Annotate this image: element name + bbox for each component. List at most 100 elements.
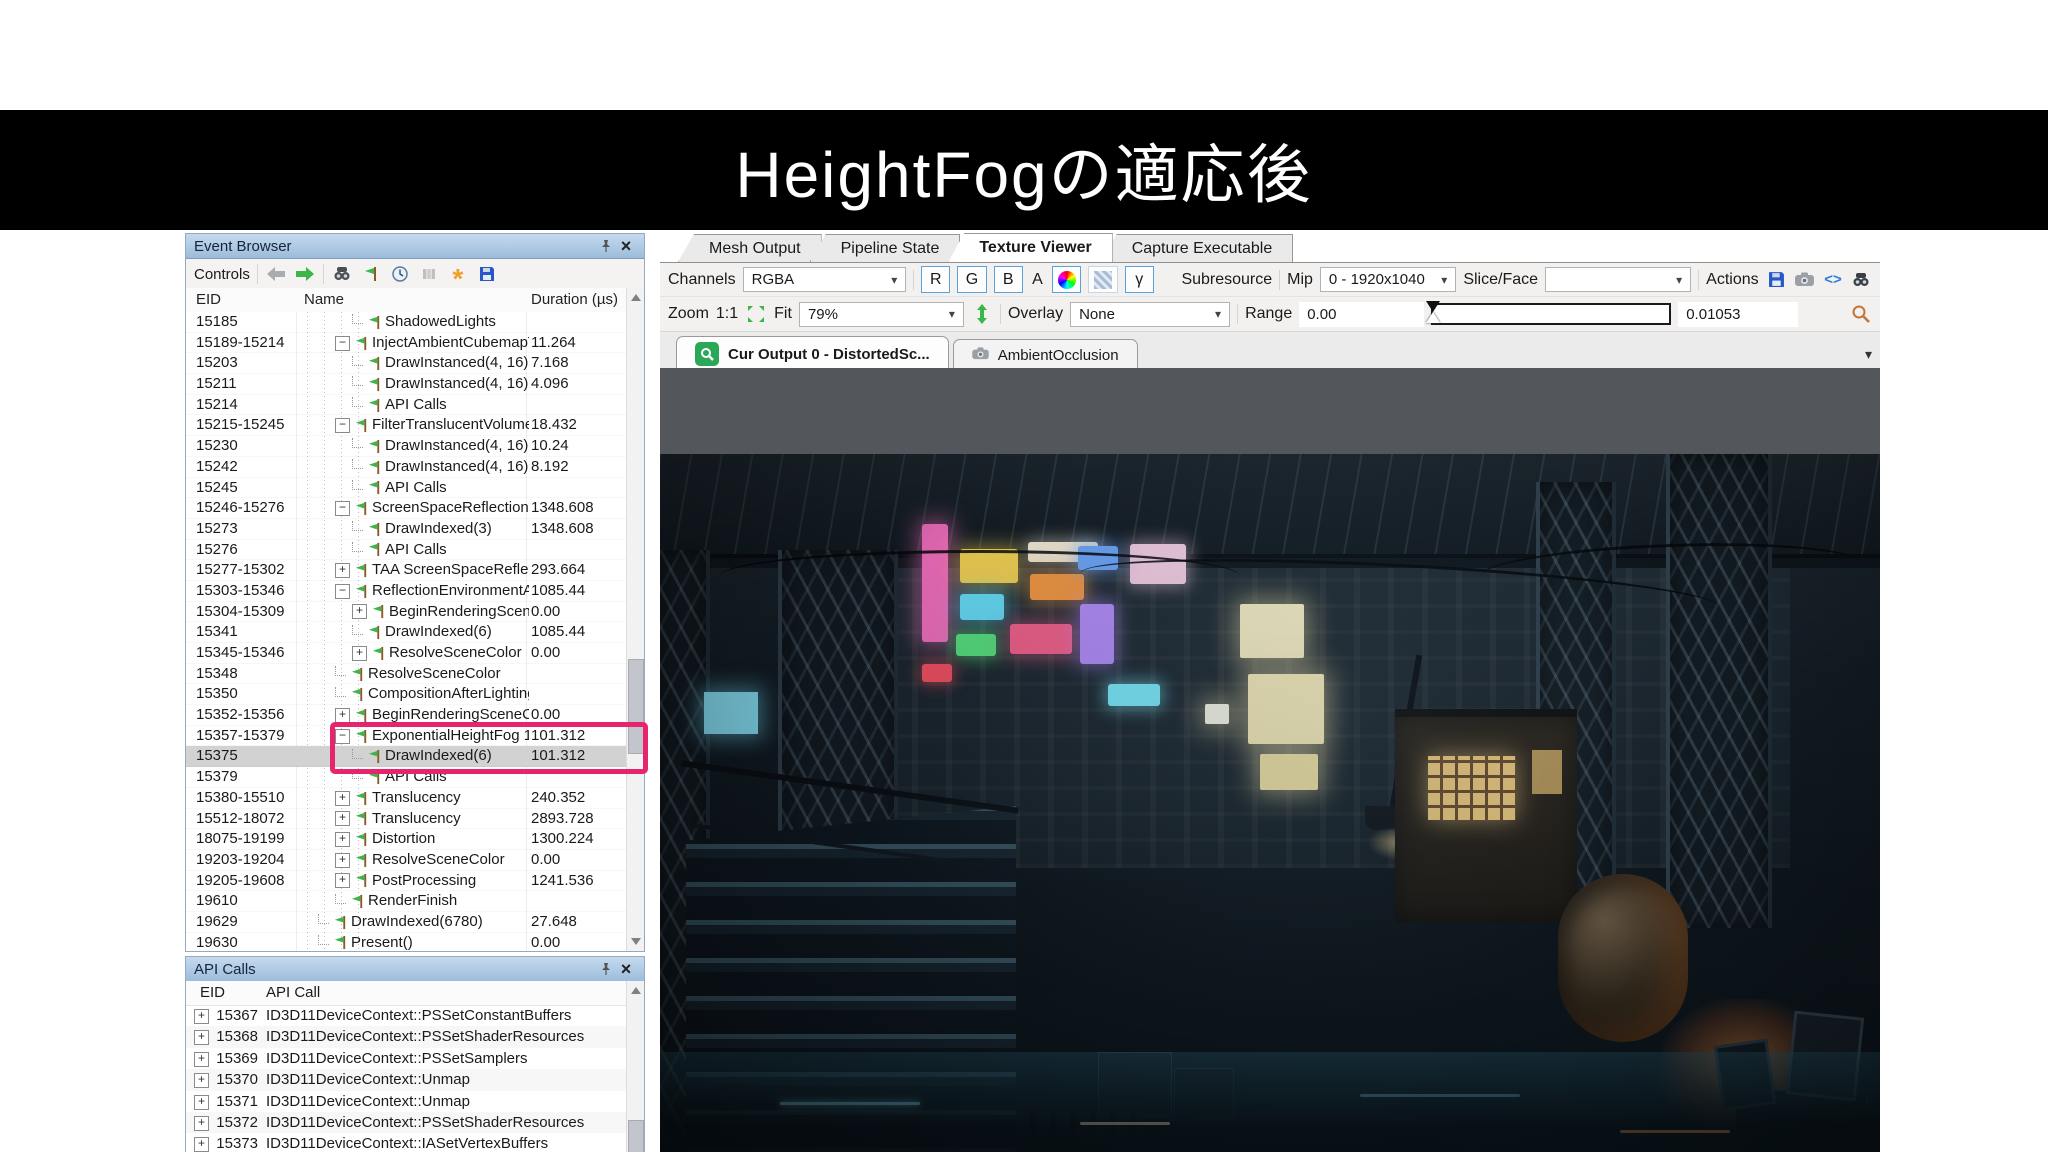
column-api-call[interactable]: API Call [266, 984, 320, 1001]
pin-icon[interactable] [596, 237, 616, 255]
blue-channel-button[interactable]: B [993, 266, 1023, 293]
overlay-select[interactable]: None ▾ [1070, 301, 1231, 327]
channels-select[interactable]: RGBA ▾ [742, 267, 907, 292]
save-icon[interactable] [476, 264, 498, 284]
api-calls-scrollbar[interactable] [626, 981, 644, 1152]
tree-expander-icon[interactable]: − [335, 583, 350, 599]
find-icon[interactable] [331, 264, 353, 284]
flip-y-icon[interactable] [971, 304, 993, 324]
tree-expander-icon[interactable] [318, 934, 329, 945]
tree-expander-icon[interactable]: + [335, 790, 350, 806]
camera-icon[interactable] [1794, 270, 1815, 290]
event-row[interactable]: 15352-15356 + BeginRenderingSceneColor 0… [186, 705, 628, 726]
event-row[interactable]: 19203-19204 + ResolveSceneColor 0.00 [186, 850, 628, 871]
column-duration[interactable]: Duration (µs) [531, 291, 618, 308]
tree-expander-icon[interactable] [352, 438, 363, 449]
event-row[interactable]: 15379 API Calls [186, 767, 628, 788]
tab-list-dropdown-icon[interactable]: ▾ [1865, 346, 1872, 363]
api-row[interactable]: + 15371 ID3D11DeviceContext::Unmap [186, 1091, 628, 1112]
texture-tab-current-output[interactable]: Cur Output 0 - DistortedSc... [676, 336, 949, 371]
tree-expander-icon[interactable] [335, 666, 346, 677]
tree-expander-icon[interactable]: − [335, 418, 350, 434]
column-eid[interactable]: EID [196, 291, 221, 308]
event-row[interactable]: 18075-19199 + Distortion 1300.224 [186, 829, 628, 850]
api-row[interactable]: + 15367 ID3D11DeviceContext::PSSetConsta… [186, 1005, 628, 1026]
event-row[interactable]: 19610 RenderFinish [186, 891, 628, 912]
scroll-up-icon[interactable] [631, 987, 641, 994]
event-row[interactable]: 15230 DrawInstanced(4, 16) 10.24 [186, 436, 628, 457]
columns-icon[interactable] [418, 264, 440, 284]
tab-pipeline-state[interactable]: Pipeline State [809, 234, 961, 262]
scroll-down-icon[interactable] [631, 938, 641, 945]
tree-expander-icon[interactable]: + [335, 873, 350, 889]
tree-expander-icon[interactable] [352, 355, 363, 366]
checker-background-button[interactable] [1088, 266, 1118, 293]
tree-expander-icon[interactable] [352, 376, 363, 387]
tree-expander-icon[interactable]: + [335, 811, 350, 827]
texture-image[interactable] [660, 454, 1880, 1152]
range-min-input[interactable]: 0.00 [1299, 301, 1425, 327]
event-row[interactable]: 19205-19608 + PostProcessing 1241.536 [186, 871, 628, 892]
tree-expander-icon[interactable]: + [352, 645, 367, 661]
api-row[interactable]: + 15370 ID3D11DeviceContext::Unmap [186, 1069, 628, 1091]
column-eid[interactable]: EID [200, 984, 225, 1001]
tree-expander-icon[interactable] [352, 748, 363, 759]
event-row[interactable]: 15189-15214 − InjectAmbientCubemapT... 1… [186, 333, 628, 354]
event-row[interactable]: 15211 DrawInstanced(4, 16) 4.096 [186, 374, 628, 395]
range-max-input[interactable]: 0.01053 [1678, 301, 1799, 327]
tab-mesh-output[interactable]: Mesh Output [678, 234, 822, 262]
tree-expander-icon[interactable]: + [335, 852, 350, 868]
event-row[interactable]: 15246-15276 − ScreenSpaceReflections ...… [186, 498, 628, 519]
tab-capture-executable[interactable]: Capture Executable [1100, 234, 1294, 262]
tree-expander-icon[interactable]: + [194, 1009, 209, 1024]
event-row[interactable]: 15277-15302 + TAA ScreenSpaceReflect... … [186, 560, 628, 581]
tree-expander-icon[interactable] [352, 541, 363, 552]
tree-expander-icon[interactable] [352, 314, 363, 325]
tree-expander-icon[interactable]: − [335, 728, 350, 744]
event-row[interactable]: 15214 API Calls [186, 395, 628, 416]
close-icon[interactable]: × [616, 959, 636, 979]
tree-expander-icon[interactable] [352, 769, 363, 780]
one-to-one-button[interactable]: 1:1 [716, 305, 738, 323]
tree-expander-icon[interactable] [352, 459, 363, 470]
event-row[interactable]: 19630 Present() 0.00 [186, 933, 628, 951]
autofit-range-icon[interactable] [1850, 304, 1872, 324]
api-row[interactable]: + 15369 ID3D11DeviceContext::PSSetSample… [186, 1048, 628, 1069]
scrollbar-thumb[interactable] [628, 659, 644, 755]
tree-expander-icon[interactable]: + [335, 563, 350, 579]
api-row[interactable]: + 15372 ID3D11DeviceContext::PSSetShader… [186, 1111, 628, 1134]
tree-expander-icon[interactable] [318, 914, 329, 925]
resource-find-icon[interactable] [1851, 270, 1872, 290]
event-row[interactable]: 15276 API Calls [186, 540, 628, 561]
tree-expander-icon[interactable]: + [194, 1094, 209, 1110]
fit-window-icon[interactable] [745, 304, 767, 324]
gamma-button[interactable]: γ [1124, 266, 1154, 293]
tree-expander-icon[interactable] [352, 479, 363, 490]
event-row[interactable]: 15245 API Calls [186, 478, 628, 499]
tree-expander-icon[interactable]: + [194, 1051, 209, 1067]
tree-expander-icon[interactable] [335, 893, 346, 904]
event-row[interactable]: 15380-15510 + Translucency 240.352 [186, 788, 628, 809]
color-background-button[interactable] [1052, 266, 1082, 293]
tree-expander-icon[interactable] [352, 397, 363, 408]
alpha-channel-button[interactable]: A [1030, 271, 1046, 289]
event-row[interactable]: 15348 ResolveSceneColor [186, 664, 628, 685]
tree-expander-icon[interactable]: + [352, 604, 367, 620]
slice-face-select[interactable]: ▾ [1545, 267, 1692, 292]
event-row[interactable]: 15350 CompositionAfterLighting [186, 684, 628, 705]
tree-expander-icon[interactable]: + [194, 1030, 209, 1046]
api-row[interactable]: + 15368 ID3D11DeviceContext::PSSetShader… [186, 1026, 628, 1048]
forward-arrow-icon[interactable] [294, 264, 316, 284]
event-row[interactable]: 15242 DrawInstanced(4, 16) 8.192 [186, 457, 628, 478]
tree-expander-icon[interactable]: + [194, 1073, 209, 1089]
back-arrow-icon[interactable] [265, 264, 287, 284]
red-channel-button[interactable]: R [921, 266, 951, 293]
tree-expander-icon[interactable]: + [335, 832, 350, 848]
close-icon[interactable]: × [616, 236, 636, 256]
zoom-select[interactable]: 79% ▾ [798, 301, 964, 327]
tree-expander-icon[interactable]: + [194, 1137, 209, 1152]
event-row[interactable]: 15345-15346 + ResolveSceneColor 0.00 [186, 643, 628, 664]
scroll-up-icon[interactable] [631, 294, 641, 301]
range-slider[interactable] [1426, 301, 1672, 325]
tree-expander-icon[interactable]: + [335, 707, 350, 723]
